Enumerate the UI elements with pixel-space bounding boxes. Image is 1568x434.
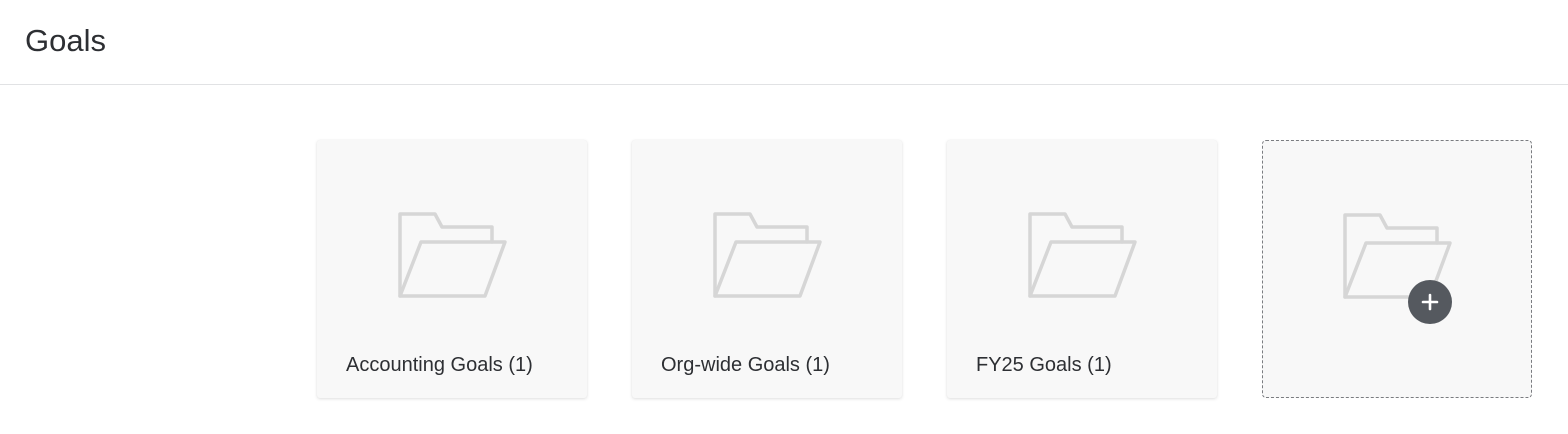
folder-open-icon — [713, 212, 822, 298]
plus-badge — [1408, 280, 1452, 324]
folder-card-fy25-goals[interactable]: FY25 Goals (1) — [947, 140, 1217, 398]
folder-grid: Accounting Goals (1) Org-wide Goals (1) … — [317, 140, 1532, 398]
page-header: Goals — [0, 0, 1568, 85]
folder-open-icon — [1028, 212, 1137, 298]
folder-label: FY25 Goals (1) — [976, 354, 1112, 376]
add-folder-button[interactable] — [1262, 140, 1532, 398]
folder-open-icon — [398, 212, 507, 298]
folder-label: Org-wide Goals (1) — [661, 354, 830, 376]
page-title: Goals — [25, 23, 106, 58]
plus-icon — [1421, 293, 1439, 311]
folder-label: Accounting Goals (1) — [346, 354, 533, 376]
folder-card-org-wide-goals[interactable]: Org-wide Goals (1) — [632, 140, 902, 398]
folder-card-accounting-goals[interactable]: Accounting Goals (1) — [317, 140, 587, 398]
